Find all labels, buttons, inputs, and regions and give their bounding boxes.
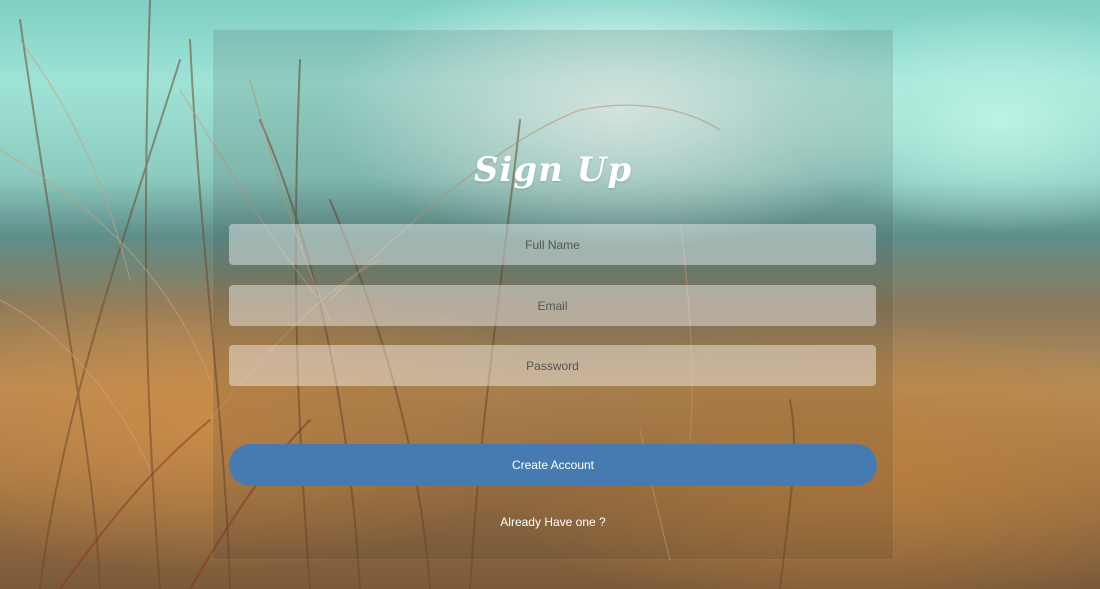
full-name-input[interactable] (229, 224, 876, 265)
create-account-button[interactable]: Create Account (229, 444, 877, 486)
signup-card: Sign Up Create Account Already Have one … (213, 30, 893, 559)
email-input[interactable] (229, 285, 876, 326)
already-have-account-link[interactable]: Already Have one ? (213, 515, 893, 529)
password-input[interactable] (229, 345, 876, 386)
signup-title: Sign Up (473, 150, 633, 190)
